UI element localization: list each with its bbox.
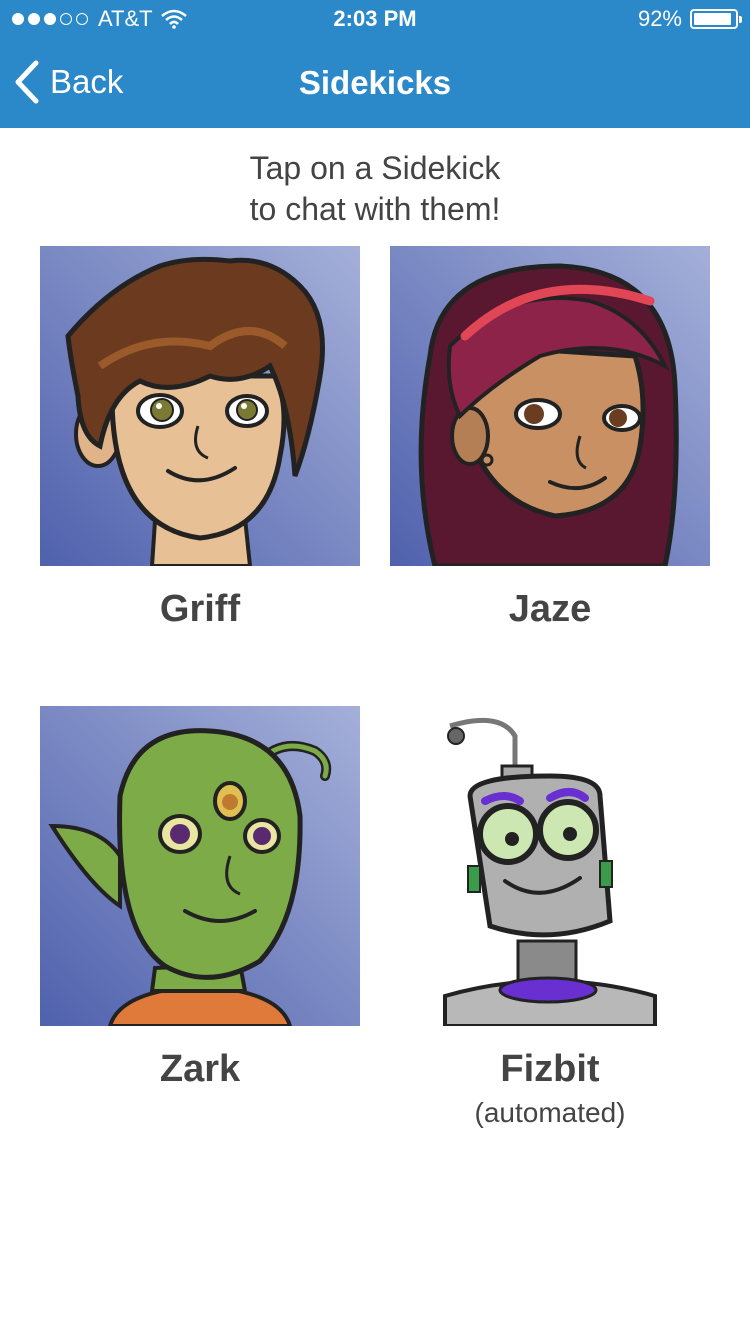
status-bar: AT&T 2:03 PM 92% — [0, 0, 750, 40]
sidekick-card-zark[interactable]: Zark — [40, 706, 360, 1091]
sidekick-name-fizbit: Fizbit — [500, 1048, 600, 1090]
instructions-text: Tap on a Sidekick to chat with them! — [0, 148, 750, 230]
sidekick-name-jaze: Jaze — [508, 588, 592, 630]
battery-percentage: 92% — [637, 6, 682, 31]
fizbit-avatar — [390, 706, 710, 1026]
sidekick-name-zark: Zark — [159, 1048, 241, 1090]
zark-avatar — [40, 706, 360, 1026]
battery-icon — [690, 9, 742, 29]
instructions-line-1: Tap on a Sidekick — [249, 150, 501, 186]
griff-avatar — [40, 246, 360, 566]
page-title: Sidekicks — [298, 64, 452, 101]
sidekick-card-fizbit[interactable]: Fizbit (automated) — [390, 706, 710, 1129]
sidekick-card-jaze[interactable]: Jaze — [390, 246, 710, 631]
sidekick-card-griff[interactable]: Griff — [40, 246, 360, 631]
navigation-bar: Back Sidekicks — [0, 40, 750, 128]
instructions-line-2: to chat with them! — [249, 191, 501, 227]
sidekick-name-griff: Griff — [159, 588, 241, 630]
sidekick-note-fizbit: (automated) — [474, 1097, 626, 1128]
jaze-avatar — [390, 246, 710, 566]
top-bar: AT&T 2:03 PM 92% Back Sidekicks — [0, 0, 750, 128]
